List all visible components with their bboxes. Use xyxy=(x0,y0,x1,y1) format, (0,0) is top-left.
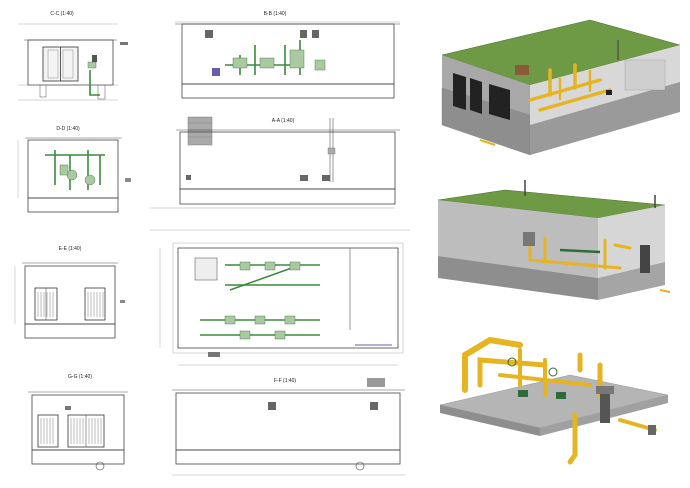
louvre-door xyxy=(84,287,106,321)
pipework-only-view xyxy=(439,336,669,465)
section-a-a: A-A (1:40) xyxy=(150,116,400,209)
plan-view xyxy=(150,229,410,366)
section-b-b: B-B (1:40) xyxy=(175,11,400,99)
section-c-c-title: C-C (1:40) xyxy=(50,11,74,17)
section-a-a-title: A-A (1:40) xyxy=(272,118,295,124)
section-g-g-title: G-G (1:40) xyxy=(68,374,92,380)
section-f-f-title: F-F (1:40) xyxy=(274,378,297,384)
section-g-g: G-G (1:40) xyxy=(28,374,128,471)
section-f-f: F-F (1:40) xyxy=(172,378,405,476)
section-e-e: E-E (1:40) xyxy=(14,246,125,339)
cutaway-building-view xyxy=(441,19,681,156)
vent-grille xyxy=(205,30,319,38)
section-d-d-title: D-D (1:40) xyxy=(56,126,80,132)
section-d-d: D-D (1:40) xyxy=(17,126,131,213)
section-e-e-title: E-E (1:40) xyxy=(59,246,82,252)
section-b-b-title: B-B (1:40) xyxy=(264,11,287,17)
section-c-c: C-C (1:40) xyxy=(18,11,128,101)
drawing-sheet: C-C (1:40) B-B (1:40) D-D (1:40) A-A (1:… xyxy=(14,11,681,476)
side-building-view xyxy=(437,180,671,300)
louvre-door xyxy=(34,287,58,321)
